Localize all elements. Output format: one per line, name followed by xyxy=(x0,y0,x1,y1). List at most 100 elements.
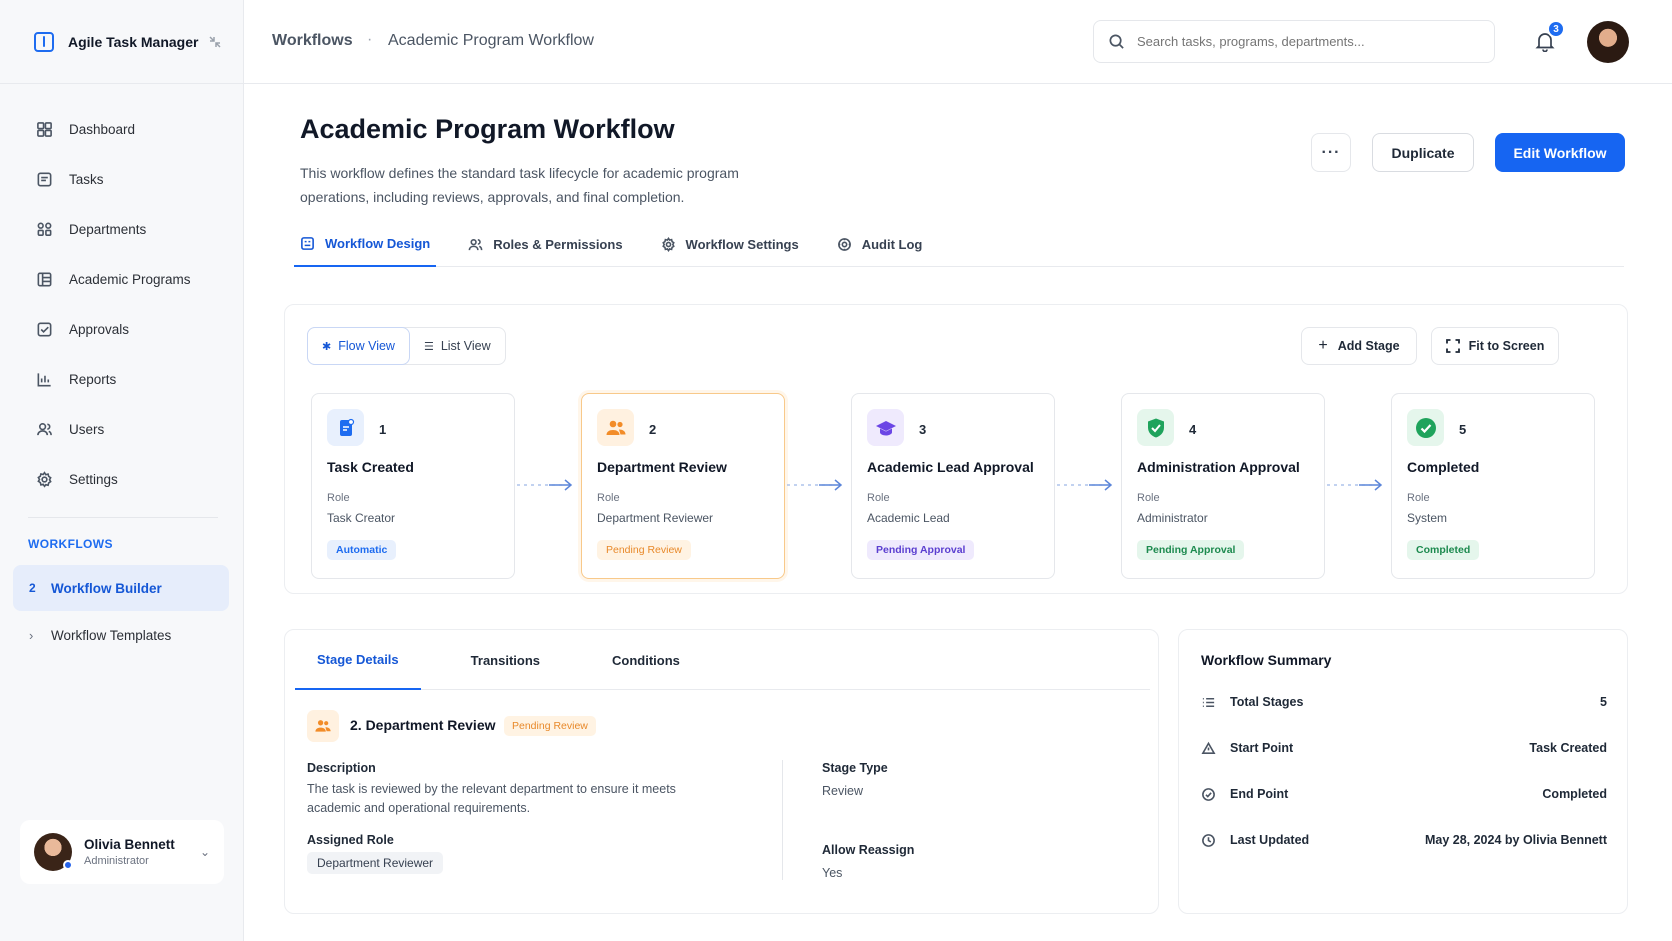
dashboard-icon xyxy=(37,121,52,137)
tab-workflow-design[interactable]: Workflow Design xyxy=(294,222,437,267)
sidebar-item-tasks[interactable]: Tasks xyxy=(0,154,244,204)
stage-connector-arrow xyxy=(1057,479,1113,491)
view-toggle: ✱ Flow View ☰ List View xyxy=(307,327,506,365)
sidebar-divider xyxy=(28,517,218,518)
list-icon xyxy=(1202,697,1215,707)
graduation-cap-icon xyxy=(867,409,904,446)
workflow-tabs: Workflow Design Roles & Permissions Work… xyxy=(294,222,1624,267)
sidebar-item-academic-programs[interactable]: Academic Programs xyxy=(0,254,244,304)
stage-type-label: Stage Type xyxy=(822,761,888,775)
sidebar-item-label: Departments xyxy=(69,221,147,237)
sidebar-item-approvals[interactable]: Approvals xyxy=(0,304,244,354)
status-badge: Completed xyxy=(1407,540,1480,560)
user-menu[interactable]: Olivia Bennett Administrator ⌄ xyxy=(20,820,224,884)
details-divider xyxy=(782,760,783,880)
stage-role-label: Role xyxy=(327,492,350,504)
main-content: Academic Program Workflow This workflow … xyxy=(244,84,1672,941)
stage-role: Task Creator xyxy=(327,511,396,525)
search-box[interactable] xyxy=(1093,20,1495,63)
summary-row-end-point: End Point Completed xyxy=(1201,784,1607,804)
summary-key: Last Updated xyxy=(1230,833,1310,847)
workflows-section-title: WORKFLOWS xyxy=(28,537,113,551)
search-input[interactable] xyxy=(1137,34,1477,49)
sidebar: Agile Task Manager Dashboard Tasks Depar… xyxy=(0,0,244,941)
tab-label: Audit Log xyxy=(861,237,923,252)
sidebar-item-label: Reports xyxy=(69,371,117,387)
stage-role: Academic Lead xyxy=(867,511,950,525)
view-label: List View xyxy=(440,339,491,353)
stage-number: 3 xyxy=(919,422,927,437)
stage-card-administration-approval[interactable]: 4 Administration Approval Role Administr… xyxy=(1121,393,1325,579)
reports-icon xyxy=(37,372,51,386)
stage-card-completed[interactable]: 5 Completed Role System Completed xyxy=(1391,393,1595,579)
users-icon xyxy=(468,239,483,251)
sidebar-item-workflow-templates[interactable]: › Workflow Templates xyxy=(13,612,229,658)
add-stage-button[interactable]: + Add Stage xyxy=(1301,327,1417,365)
tab-transitions[interactable]: Transitions xyxy=(449,630,562,690)
tab-roles-permissions[interactable]: Roles & Permissions xyxy=(462,222,628,267)
shield-check-icon xyxy=(1137,409,1174,446)
stage-role: Administrator xyxy=(1137,511,1208,525)
sidebar-nav: Dashboard Tasks Departments Academic Pro… xyxy=(0,104,244,504)
stage-detail-title: 2. Department Review xyxy=(350,717,496,733)
sidebar-item-label: Settings xyxy=(69,471,118,487)
sidebar-item-departments[interactable]: Departments xyxy=(0,204,244,254)
tab-label: Workflow Design xyxy=(325,236,431,251)
user-name: Olivia Bennett xyxy=(84,837,175,852)
workflow-flow-panel: ✱ Flow View ☰ List View + Add Stage Fit … xyxy=(284,304,1628,594)
tab-workflow-settings[interactable]: Workflow Settings xyxy=(655,222,805,267)
sidebar-item-label: Workflow Builder xyxy=(51,580,162,596)
list-view-button[interactable]: ☰ List View xyxy=(410,328,505,364)
status-badge: Pending Review xyxy=(504,716,596,736)
check-circle-icon xyxy=(1407,409,1444,446)
workflow-summary-panel: Workflow Summary Total Stages 5 Start Po… xyxy=(1178,629,1628,914)
breadcrumb-workflows[interactable]: Workflows xyxy=(272,32,353,50)
profile-avatar[interactable] xyxy=(1587,21,1629,63)
tab-audit-log[interactable]: Audit Log xyxy=(831,222,929,267)
status-badge: Automatic xyxy=(327,540,397,560)
triangle-flag-icon xyxy=(1201,741,1216,754)
summary-row-last-updated: Last Updated May 28, 2024 by Olivia Benn… xyxy=(1201,830,1607,850)
team-icon xyxy=(307,710,339,742)
sidebar-item-label: Academic Programs xyxy=(69,271,191,287)
tab-stage-details[interactable]: Stage Details xyxy=(295,630,421,690)
sidebar-item-users[interactable]: Users xyxy=(0,404,244,454)
stage-name: Completed xyxy=(1407,459,1480,475)
stage-name: Department Review xyxy=(597,459,727,475)
summary-value: 5 xyxy=(1600,695,1607,709)
stage-name: Administration Approval xyxy=(1137,459,1300,475)
sidebar-item-settings[interactable]: Settings xyxy=(0,454,244,504)
stage-role-label: Role xyxy=(1137,492,1160,504)
fit-to-screen-button[interactable]: Fit to Screen xyxy=(1431,327,1559,365)
flow-view-button[interactable]: ✱ Flow View xyxy=(307,327,410,365)
summary-row-start-point: Start Point Task Created xyxy=(1201,738,1607,758)
edit-workflow-button[interactable]: Edit Workflow xyxy=(1495,133,1625,172)
collapse-sidebar-icon[interactable] xyxy=(208,35,222,49)
allow-reassign-label: Allow Reassign xyxy=(822,843,915,857)
chevron-down-icon[interactable]: ⌄ xyxy=(200,845,210,859)
clock-icon xyxy=(1202,833,1215,847)
sidebar-item-workflow-builder[interactable]: 2 Workflow Builder xyxy=(13,565,229,611)
plus-icon: + xyxy=(1318,337,1328,354)
tab-conditions[interactable]: Conditions xyxy=(590,630,702,690)
more-options-button[interactable]: ··· xyxy=(1311,133,1351,172)
stage-name: Task Created xyxy=(327,459,414,475)
sidebar-item-reports[interactable]: Reports xyxy=(0,354,244,404)
duplicate-button[interactable]: Duplicate xyxy=(1372,133,1474,172)
stage-card-academic-lead-approval[interactable]: 3 Academic Lead Approval Role Academic L… xyxy=(851,393,1055,579)
stage-card-department-review[interactable]: 2 Department Review Role Department Revi… xyxy=(581,393,785,579)
stage-number: 1 xyxy=(379,422,387,437)
sidebar-item-label: Approvals xyxy=(69,321,130,337)
details-tabs: Stage Details Transitions Conditions xyxy=(295,630,1150,690)
app-name: Agile Task Manager xyxy=(68,33,199,50)
status-badge: Pending Approval xyxy=(1137,540,1245,560)
check-circle-icon xyxy=(1202,787,1215,801)
allow-reassign-value: Yes xyxy=(822,866,843,880)
stage-role-label: Role xyxy=(867,492,890,504)
sidebar-item-dashboard[interactable]: Dashboard xyxy=(0,104,244,154)
stage-card-task-created[interactable]: 1 Task Created Role Task Creator Automat… xyxy=(311,393,515,579)
summary-key: Total Stages xyxy=(1230,695,1304,709)
app-logo-icon xyxy=(34,31,54,52)
stage-role: System xyxy=(1407,511,1448,525)
top-bar: Workflows · Academic Program Workflow 3 xyxy=(244,0,1672,84)
